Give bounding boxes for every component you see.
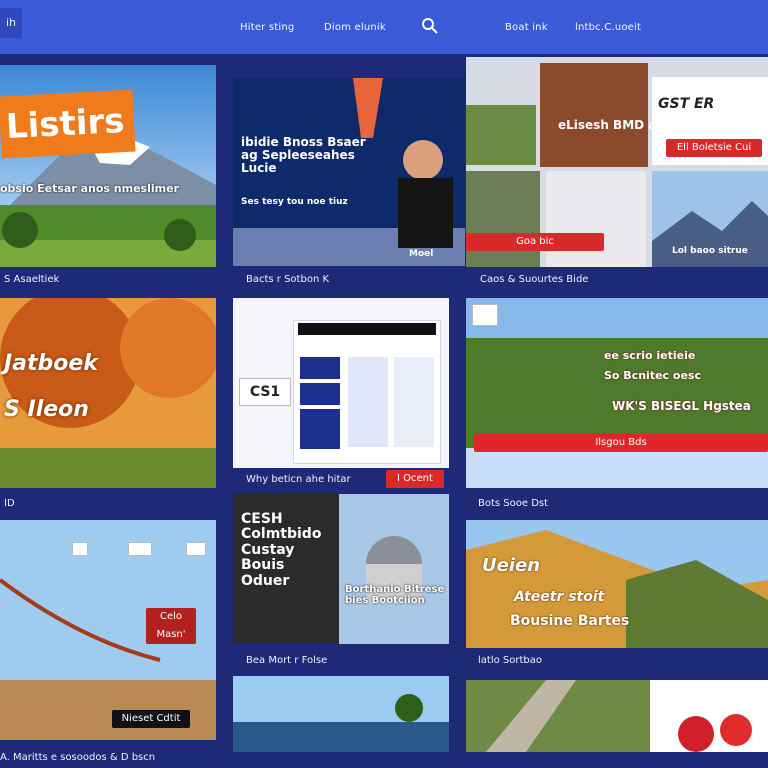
collage-banner-2: eLisesh BMD ar [558, 118, 663, 132]
valley-overlay-2: Ateetr stoit [514, 589, 605, 605]
site-logo[interactable]: ih [0, 8, 22, 38]
tile-headline: ibidie Bnoss Bsaer ag Sepleeseahes Lucie [241, 135, 366, 176]
share-icon[interactable] [72, 542, 88, 556]
tile-listirs[interactable]: Listirs obsio Eetsar anos nmeslimer [0, 65, 216, 267]
forest-overlay-1: ee scrio ietieie [604, 349, 696, 362]
app-window [293, 320, 441, 464]
tile-valley[interactable]: Ueien Ateetr stoit Bousine Bartes [466, 520, 768, 648]
park-sign: Celo Masn' [146, 608, 196, 644]
valley-overlay-1: Ueien [482, 555, 541, 576]
nav-link-3[interactable]: Boat ink [505, 22, 548, 33]
dome-right-text: Borthanio Bitrese bies Bootciion [345, 584, 445, 606]
tile-caption-8[interactable]: Bea Mort r Folse [246, 655, 327, 666]
tile-tag: Moel [409, 249, 434, 259]
badge-title: Listirs [0, 89, 136, 159]
tile-caption-9[interactable]: latlo Sortbao [478, 655, 542, 666]
cs-label: CS1 [239, 378, 291, 406]
forest-overlay-2: So Bcnitec oesc [604, 369, 701, 382]
copy-icon[interactable] [472, 304, 498, 326]
collage-red-banner: Goa bic [466, 233, 604, 251]
tile-subheadline: Ses tesy tou noe tiuz [241, 197, 348, 207]
forest-red-label: Ilsgou Bds [474, 434, 768, 452]
tile-overlay-1: Jatboek [4, 351, 98, 376]
app-panel-3 [394, 357, 434, 447]
app-panel-2 [348, 357, 388, 447]
tile-caption-5[interactable]: Why beticn ahe hitar [246, 474, 351, 485]
top-navigation-bar: ih Hiter sting Diom elunik Boat ink lntb… [0, 0, 768, 54]
nav-link-2[interactable]: Diom elunik [324, 22, 386, 33]
collage-photo-1 [466, 105, 536, 165]
app-card-1 [300, 357, 340, 379]
tile-app-screenshot[interactable]: CS1 [233, 298, 449, 468]
tile-caption-1[interactable]: S Asaeltiek [4, 274, 59, 285]
search-icon[interactable] [420, 16, 440, 36]
collage-photo-2 [540, 63, 648, 167]
nav-link-1[interactable]: Hiter sting [240, 22, 294, 33]
tile-caption-3[interactable]: Caos & Suourtes Bide [480, 274, 588, 285]
app-card-2 [300, 383, 340, 405]
tile-caption-4[interactable]: ID [4, 498, 15, 509]
road-flowers-image [466, 680, 768, 752]
chat-icon[interactable] [186, 542, 206, 556]
tile-autumn[interactable]: Jatboek S Ileon [0, 298, 216, 488]
collage-red-label: Ell Boletsie Cui [666, 139, 762, 157]
valley-overlay-3: Bousine Bartes [510, 613, 630, 629]
autumn-tree-image [0, 298, 216, 488]
tile-caption-10[interactable]: A. Maritts e sosoodos & D bscn [0, 752, 155, 763]
copy-icon-2[interactable] [128, 542, 152, 556]
app-toolbar [298, 323, 436, 335]
park-button[interactable]: Nieset Cdtit [112, 710, 190, 728]
tile-performer[interactable]: ibidie Bnoss Bsaer ag Sepleeseahes Lucie… [233, 78, 465, 266]
collage-photo-3 [466, 171, 540, 267]
dome-left-text: CESH Colmtbido Custay Bouis Oduer [241, 511, 322, 589]
collage-photo-4 [546, 171, 646, 267]
tile-coast[interactable] [233, 676, 449, 752]
coast-image [233, 676, 449, 752]
tile-caption-6[interactable]: Bots Sooe Dst [478, 498, 548, 509]
nav-link-4[interactable]: lntbc.C.uoeit [575, 22, 641, 33]
collage-card-text: Lol baoo sitrue [672, 246, 748, 256]
dome-image [339, 494, 449, 644]
tile-collage[interactable]: eLisesh BMD ar GST ER Ell Boletsie Cui G… [466, 57, 768, 267]
cta-button[interactable]: I Ocent [386, 470, 444, 488]
collage-banner-1: GST ER [658, 96, 715, 112]
tile-road-flowers[interactable] [466, 680, 768, 752]
tile-caption-2[interactable]: Bacts r Sotbon K [246, 274, 329, 285]
tile-forest[interactable]: ee scrio ietieie So Bcnitec oesc WK'S BI… [466, 298, 768, 488]
app-card-3 [300, 409, 340, 449]
tile-amusement-park[interactable]: Celo Masn' Nieset Cdtit [0, 520, 216, 740]
tile-dome[interactable]: CESH Colmtbido Custay Bouis Oduer Bortha… [233, 494, 449, 644]
forest-overlay-3: WK'S BISEGL Hgstea [612, 399, 751, 413]
tile-overlay-2: S Ileon [4, 397, 89, 422]
tile-subtitle: obsio Eetsar anos nmeslimer [0, 182, 179, 195]
forest-landscape-image [466, 298, 768, 488]
